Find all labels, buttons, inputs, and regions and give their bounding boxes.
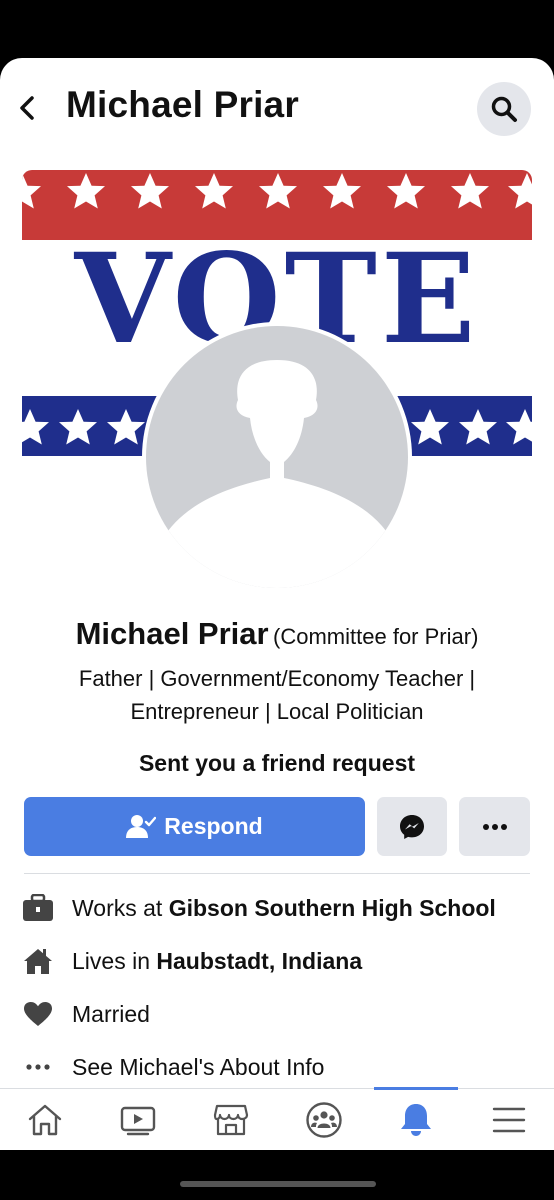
profile-avatar[interactable]	[142, 322, 412, 592]
info-text-work: Works at Gibson Southern High School	[72, 894, 496, 921]
friend-request-status: Sent you a friend request	[138, 750, 416, 776]
home-icon	[28, 1104, 62, 1136]
briefcase-icon	[22, 892, 54, 924]
respond-button[interactable]: Respond	[24, 797, 365, 856]
star-icon	[195, 173, 233, 209]
profile-name: Michael Priar	[75, 616, 269, 651]
info-item-home: Lives in Haubstadt, Indiana	[22, 944, 542, 978]
star-icon	[131, 173, 169, 209]
nav-groups[interactable]	[289, 1089, 359, 1150]
info-text-home: Lives in Haubstadt, Indiana	[72, 947, 363, 974]
star-icon	[22, 173, 41, 209]
heart-icon	[22, 998, 54, 1030]
menu-icon	[492, 1107, 526, 1133]
workplace-link[interactable]: Gibson Southern High School	[169, 895, 496, 921]
notifications-icon	[401, 1104, 431, 1136]
marketplace-icon	[213, 1104, 249, 1136]
star-icon	[459, 409, 497, 445]
star-icon	[506, 409, 532, 445]
bio-line: Entrepreneur | Local Politician	[130, 699, 424, 724]
profile-screen: Michael Priar VOTE Michael Priar (Commit…	[0, 58, 554, 1150]
home-indicator[interactable]	[180, 1181, 376, 1187]
nav-watch[interactable]	[103, 1089, 173, 1150]
nav-marketplace[interactable]	[196, 1089, 266, 1150]
hometown-link[interactable]: Haubstadt, Indiana	[156, 948, 362, 974]
info-item-relationship: Married	[22, 997, 542, 1031]
messenger-button[interactable]	[377, 797, 447, 856]
star-icon	[59, 409, 97, 445]
profile-page-label: (Committee for Priar)	[273, 624, 479, 649]
info-item-work: Works at Gibson Southern High School	[22, 891, 542, 925]
person-check-icon	[126, 814, 157, 838]
home-icon	[22, 945, 54, 977]
section-divider	[24, 873, 530, 874]
see-about-info-link[interactable]: See Michael's About Info	[22, 1050, 542, 1084]
info-text-relationship: Married	[72, 1000, 150, 1027]
about-info-label: See Michael's About Info	[72, 1053, 325, 1080]
nav-home[interactable]	[10, 1089, 80, 1150]
respond-label: Respond	[164, 813, 263, 839]
nav-notifications[interactable]	[381, 1089, 451, 1150]
search-button[interactable]	[477, 82, 531, 136]
star-icon	[411, 409, 449, 445]
star-icon	[22, 409, 49, 445]
profile-name-line: Michael Priar (Committee for Priar)	[0, 616, 554, 652]
star-icon	[259, 173, 297, 209]
star-icon	[451, 173, 489, 209]
bio-line: Father | Government/Economy Teacher |	[78, 666, 476, 691]
star-icon	[323, 173, 361, 209]
groups-icon	[306, 1102, 342, 1138]
bottom-nav-bar	[0, 1087, 554, 1150]
more-options-button[interactable]	[459, 797, 530, 856]
back-chevron-icon[interactable]	[14, 90, 42, 126]
more-horizontal-icon	[482, 823, 507, 830]
page-title: Michael Priar	[66, 84, 299, 125]
more-horizontal-icon	[22, 1051, 54, 1083]
star-icon	[107, 409, 145, 445]
default-avatar-silhouette-icon	[146, 326, 408, 588]
nav-menu[interactable]	[474, 1089, 544, 1150]
video-icon	[120, 1106, 156, 1136]
star-icon	[67, 173, 105, 209]
star-icon	[387, 173, 425, 209]
messenger-icon	[400, 814, 424, 839]
profile-bio: Father | Government/Economy Teacher | En…	[20, 662, 534, 728]
search-icon	[491, 96, 517, 122]
star-icon	[508, 173, 532, 209]
